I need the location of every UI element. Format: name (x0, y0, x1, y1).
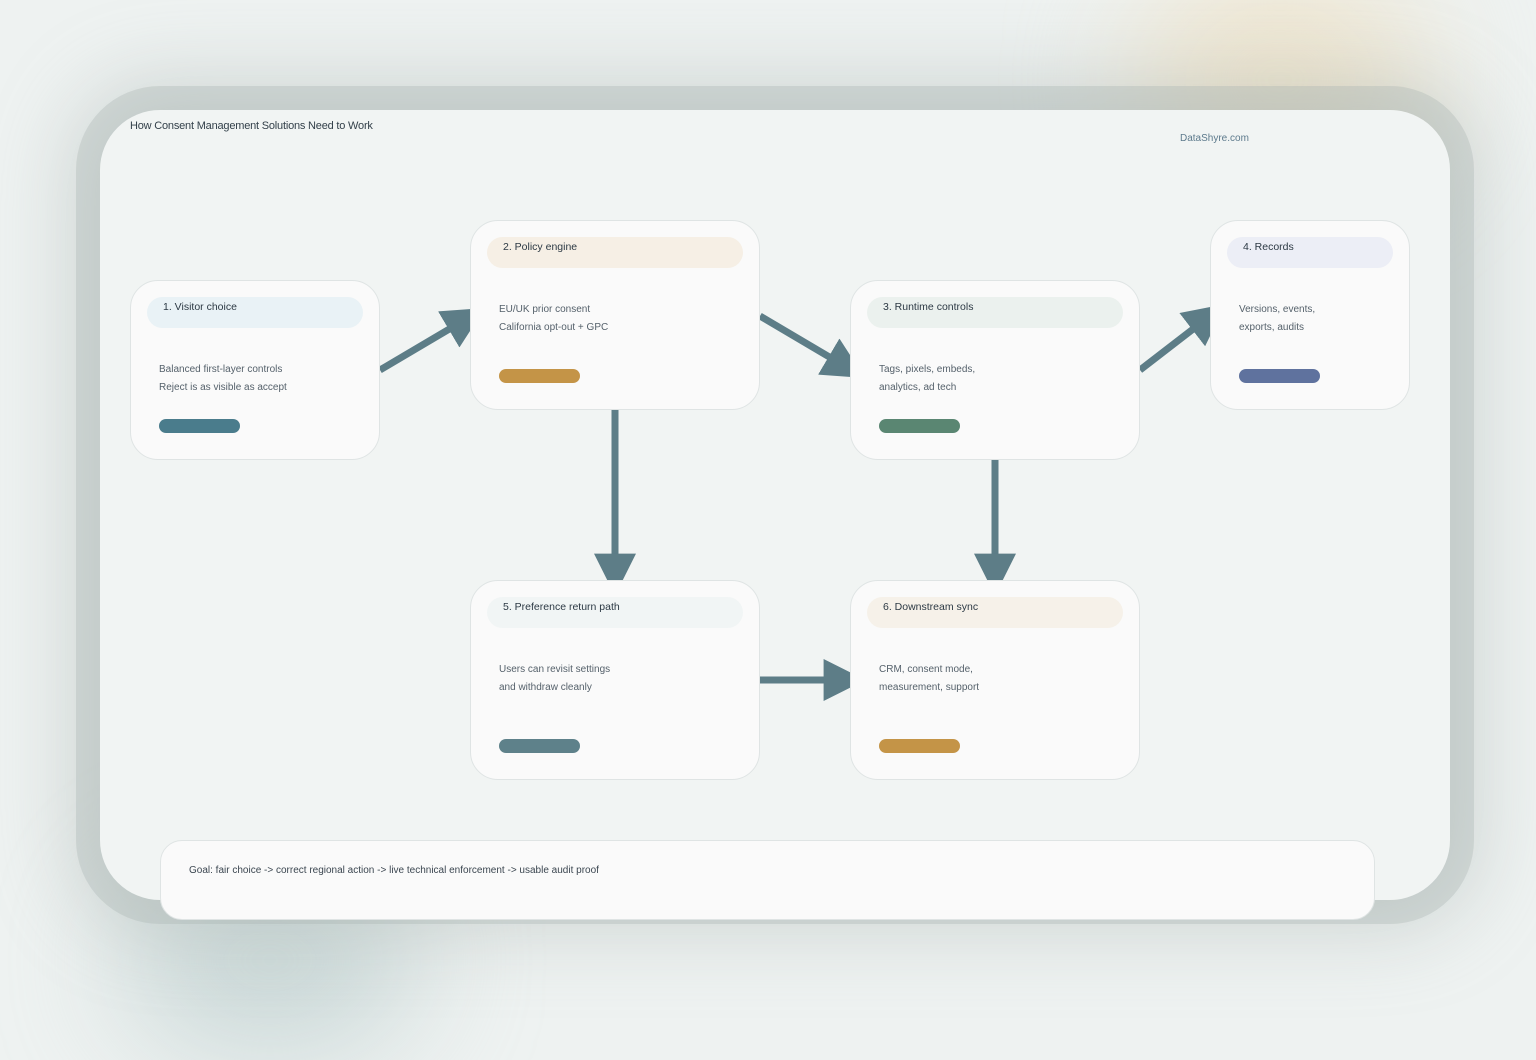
step-title: 4. Records (1243, 241, 1294, 253)
step-line: EU/UK prior consent (499, 304, 591, 315)
step-line: Users can revisit settings (499, 664, 611, 675)
step-card-runtime-controls: 3. Runtime controls Tags, pixels, embeds… (850, 280, 1140, 460)
step-line: CRM, consent mode, (879, 664, 973, 675)
step-description: EU/UK prior consent California opt-out +… (499, 301, 608, 337)
step-line: California opt-out + GPC (499, 322, 609, 333)
arrow-choice-to-policy (378, 308, 485, 374)
step-line: analytics, ad tech (879, 382, 957, 393)
step-description: Versions, events, exports, audits (1239, 301, 1315, 337)
step-title: 6. Downstream sync (883, 601, 979, 613)
step-line: Versions, events, (1239, 304, 1316, 315)
step-description: CRM, consent mode, measurement, support (879, 661, 979, 697)
step-description: Balanced first-layer controls Reject is … (159, 361, 287, 397)
step-line: Balanced first-layer controls (159, 364, 283, 375)
step-title: 1. Visitor choice (163, 301, 237, 313)
arrow-policy-to-runtime (758, 312, 865, 378)
step-title: 2. Policy engine (503, 241, 578, 253)
arrow-runtime-to-records (1137, 304, 1226, 373)
status-pill (879, 419, 960, 433)
step-title: 3. Runtime controls (883, 301, 974, 313)
step-line: Tags, pixels, embeds, (879, 364, 976, 375)
step-line: measurement, support (879, 682, 980, 693)
step-line: Reject is as visible as accept (159, 382, 287, 393)
step-card-downstream-sync: 6. Downstream sync CRM, consent mode, me… (850, 580, 1140, 780)
goal-summary-box: Goal: fair choice -> correct regional ac… (160, 840, 1375, 920)
step-description: Tags, pixels, embeds, analytics, ad tech (879, 361, 975, 397)
step-card-policy-engine: 2. Policy engine EU/UK prior consent Cal… (470, 220, 760, 410)
step-card-preference-return-path: 5. Preference return path Users can revi… (470, 580, 760, 780)
goal-text: Goal: fair choice -> correct regional ac… (189, 865, 599, 876)
status-pill (499, 369, 580, 383)
step-description: Users can revisit settings and withdraw … (499, 661, 610, 697)
step-card-visitor-choice: 1. Visitor choice Balanced first-layer c… (130, 280, 380, 460)
status-pill (499, 739, 580, 753)
status-pill (159, 419, 240, 433)
step-line: and withdraw cleanly (499, 682, 592, 693)
step-card-records: 4. Records Versions, events, exports, au… (1210, 220, 1410, 410)
status-pill (1239, 369, 1320, 383)
status-pill (879, 739, 960, 753)
step-title: 5. Preference return path (503, 601, 620, 613)
step-line: exports, audits (1239, 322, 1305, 333)
